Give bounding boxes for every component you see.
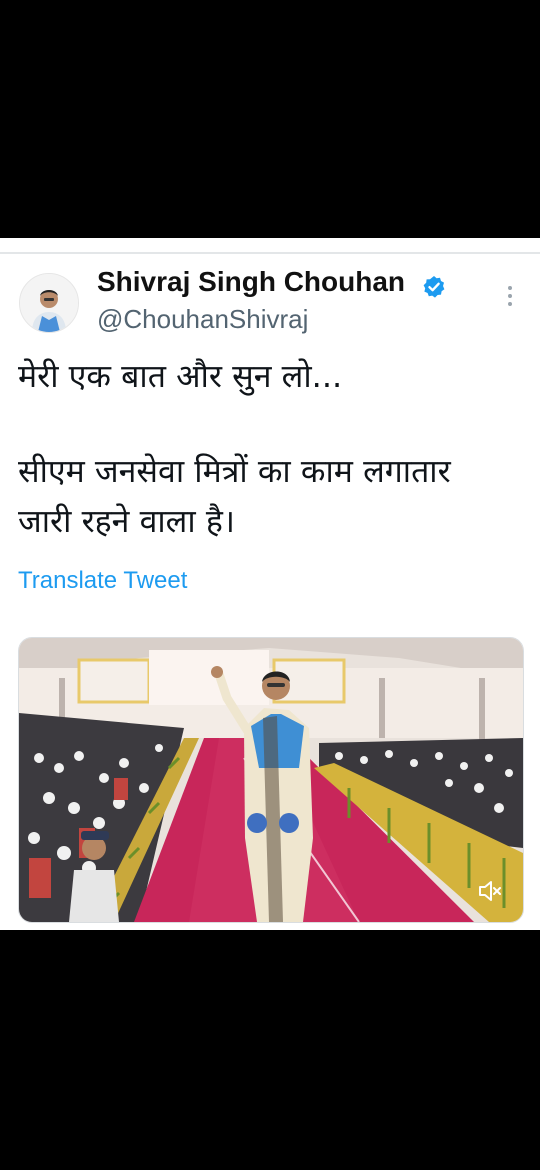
tweet-text-line-3: जारी रहने वाला है। bbox=[18, 502, 235, 540]
verified-badge-icon bbox=[423, 276, 445, 298]
tweet-card[interactable]: Shivraj Singh Chouhan @ChouhanShivraj मे… bbox=[0, 238, 540, 930]
translate-tweet-link[interactable]: Translate Tweet bbox=[18, 567, 187, 595]
profile-photo-icon bbox=[20, 274, 78, 332]
more-vertical-icon[interactable] bbox=[500, 286, 520, 312]
tweet-text-line-2: सीएम जनसेवा मित्रों का काम लगातार bbox=[18, 452, 451, 490]
tweet-text-line-1: मेरी एक बात और सुन लो... bbox=[18, 357, 343, 395]
tweet-video[interactable] bbox=[18, 637, 524, 923]
divider bbox=[0, 252, 540, 254]
avatar[interactable] bbox=[19, 273, 79, 333]
user-handle[interactable]: @ChouhanShivraj bbox=[97, 304, 308, 335]
video-frame bbox=[19, 638, 523, 922]
display-name[interactable]: Shivraj Singh Chouhan bbox=[97, 266, 405, 298]
speaker-muted-icon[interactable] bbox=[477, 878, 503, 904]
